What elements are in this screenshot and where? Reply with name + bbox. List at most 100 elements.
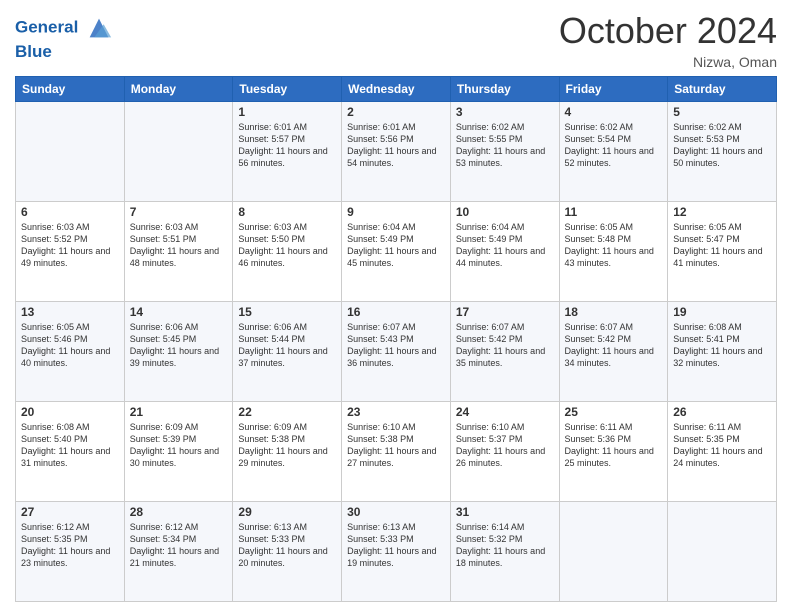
calendar-cell: 6Sunrise: 6:03 AMSunset: 5:52 PMDaylight…: [16, 202, 125, 302]
calendar-cell: 25 Sunrise: 6:11 AMSunset: 5:36 PMDayligh…: [559, 402, 668, 502]
logo-text: General: [15, 14, 113, 42]
calendar-cell: 8Sunrise: 6:03 AMSunset: 5:50 PMDaylight…: [233, 202, 342, 302]
calendar-cell: 20Sunrise: 6:08 AMSunset: 5:40 PMDayligh…: [16, 402, 125, 502]
calendar-cell: [668, 502, 777, 602]
day-number: 4: [565, 105, 663, 119]
weekday-thursday: Thursday: [450, 77, 559, 102]
day-number: 1: [238, 105, 336, 119]
calendar-cell: 13 Sunrise: 6:05 AMSunset: 5:46 PMDayligh…: [16, 302, 125, 402]
calendar-cell: [559, 502, 668, 602]
day-number: 27: [21, 505, 119, 519]
day-number: 11: [565, 205, 663, 219]
calendar-cell: [124, 102, 233, 202]
day-info: Sunrise: 6:12 AMSunset: 5:35 PMDaylight:…: [21, 521, 119, 570]
week-row-5: 27 Sunrise: 6:12 AMSunset: 5:35 PMDayligh…: [16, 502, 777, 602]
calendar-cell: 5 Sunrise: 6:02 AMSunset: 5:53 PMDaylight…: [668, 102, 777, 202]
calendar-cell: [16, 102, 125, 202]
day-info: Sunrise: 6:09 AMSunset: 5:38 PMDaylight:…: [238, 421, 336, 470]
day-info: Sunrise: 6:02 AMSunset: 5:54 PMDaylight:…: [565, 121, 663, 170]
calendar-cell: 9 Sunrise: 6:04 AMSunset: 5:49 PMDaylight…: [342, 202, 451, 302]
calendar-cell: 2 Sunrise: 6:01 AMSunset: 5:56 PMDaylight…: [342, 102, 451, 202]
day-info: Sunrise: 6:06 AMSunset: 5:44 PMDaylight:…: [238, 321, 336, 370]
day-info: Sunrise: 6:06 AMSunset: 5:45 PMDaylight:…: [130, 321, 228, 370]
week-row-2: 6Sunrise: 6:03 AMSunset: 5:52 PMDaylight…: [16, 202, 777, 302]
day-number: 26: [673, 405, 771, 419]
calendar-cell: 24 Sunrise: 6:10 AMSunset: 5:37 PMDayligh…: [450, 402, 559, 502]
day-info: Sunrise: 6:09 AMSunset: 5:39 PMDaylight:…: [130, 421, 228, 470]
calendar-cell: 31Sunrise: 6:14 AMSunset: 5:32 PMDayligh…: [450, 502, 559, 602]
weekday-wednesday: Wednesday: [342, 77, 451, 102]
day-info: Sunrise: 6:04 AMSunset: 5:49 PMDaylight:…: [347, 221, 445, 270]
logo: General Blue: [15, 14, 113, 62]
day-number: 21: [130, 405, 228, 419]
logo-line2: Blue: [15, 42, 113, 62]
day-number: 10: [456, 205, 554, 219]
location: Nizwa, Oman: [559, 54, 777, 70]
header: General Blue October 2024 Nizwa, Oman: [15, 10, 777, 70]
calendar-cell: 29 Sunrise: 6:13 AMSunset: 5:33 PMDayligh…: [233, 502, 342, 602]
day-info: Sunrise: 6:11 AMSunset: 5:35 PMDaylight:…: [673, 421, 771, 470]
day-number: 5: [673, 105, 771, 119]
title-block: October 2024 Nizwa, Oman: [559, 10, 777, 70]
day-info: Sunrise: 6:13 AMSunset: 5:33 PMDaylight:…: [238, 521, 336, 570]
weekday-header-row: SundayMondayTuesdayWednesdayThursdayFrid…: [16, 77, 777, 102]
month-title: October 2024: [559, 10, 777, 52]
day-info: Sunrise: 6:10 AMSunset: 5:37 PMDaylight:…: [456, 421, 554, 470]
weekday-tuesday: Tuesday: [233, 77, 342, 102]
day-number: 13: [21, 305, 119, 319]
day-number: 17: [456, 305, 554, 319]
day-info: Sunrise: 6:12 AMSunset: 5:34 PMDaylight:…: [130, 521, 228, 570]
day-number: 19: [673, 305, 771, 319]
calendar-cell: 30 Sunrise: 6:13 AMSunset: 5:33 PMDayligh…: [342, 502, 451, 602]
calendar-cell: 1Sunrise: 6:01 AMSunset: 5:57 PMDaylight…: [233, 102, 342, 202]
day-number: 28: [130, 505, 228, 519]
weekday-saturday: Saturday: [668, 77, 777, 102]
day-number: 3: [456, 105, 554, 119]
calendar-cell: 4 Sunrise: 6:02 AMSunset: 5:54 PMDaylight…: [559, 102, 668, 202]
day-info: Sunrise: 6:05 AMSunset: 5:46 PMDaylight:…: [21, 321, 119, 370]
day-info: Sunrise: 6:02 AMSunset: 5:53 PMDaylight:…: [673, 121, 771, 170]
weekday-monday: Monday: [124, 77, 233, 102]
day-info: Sunrise: 6:07 AMSunset: 5:43 PMDaylight:…: [347, 321, 445, 370]
calendar-cell: 14Sunrise: 6:06 AMSunset: 5:45 PMDayligh…: [124, 302, 233, 402]
day-info: Sunrise: 6:03 AMSunset: 5:50 PMDaylight:…: [238, 221, 336, 270]
calendar-cell: 27 Sunrise: 6:12 AMSunset: 5:35 PMDayligh…: [16, 502, 125, 602]
day-number: 22: [238, 405, 336, 419]
weekday-sunday: Sunday: [16, 77, 125, 102]
calendar-cell: 17 Sunrise: 6:07 AMSunset: 5:42 PMDayligh…: [450, 302, 559, 402]
day-number: 16: [347, 305, 445, 319]
day-info: Sunrise: 6:07 AMSunset: 5:42 PMDaylight:…: [456, 321, 554, 370]
day-info: Sunrise: 6:13 AMSunset: 5:33 PMDaylight:…: [347, 521, 445, 570]
day-number: 15: [238, 305, 336, 319]
day-number: 30: [347, 505, 445, 519]
day-number: 2: [347, 105, 445, 119]
day-info: Sunrise: 6:05 AMSunset: 5:47 PMDaylight:…: [673, 221, 771, 270]
day-info: Sunrise: 6:08 AMSunset: 5:41 PMDaylight:…: [673, 321, 771, 370]
calendar-cell: 12 Sunrise: 6:05 AMSunset: 5:47 PMDayligh…: [668, 202, 777, 302]
calendar-cell: 22 Sunrise: 6:09 AMSunset: 5:38 PMDayligh…: [233, 402, 342, 502]
page: General Blue October 2024 Nizwa, Oman Su…: [0, 0, 792, 612]
day-number: 31: [456, 505, 554, 519]
day-number: 25: [565, 405, 663, 419]
day-info: Sunrise: 6:10 AMSunset: 5:38 PMDaylight:…: [347, 421, 445, 470]
calendar-cell: 18Sunrise: 6:07 AMSunset: 5:42 PMDayligh…: [559, 302, 668, 402]
day-info: Sunrise: 6:02 AMSunset: 5:55 PMDaylight:…: [456, 121, 554, 170]
day-number: 29: [238, 505, 336, 519]
day-info: Sunrise: 6:01 AMSunset: 5:56 PMDaylight:…: [347, 121, 445, 170]
week-row-4: 20Sunrise: 6:08 AMSunset: 5:40 PMDayligh…: [16, 402, 777, 502]
day-number: 20: [21, 405, 119, 419]
weekday-friday: Friday: [559, 77, 668, 102]
day-info: Sunrise: 6:04 AMSunset: 5:49 PMDaylight:…: [456, 221, 554, 270]
calendar-cell: 23Sunrise: 6:10 AMSunset: 5:38 PMDayligh…: [342, 402, 451, 502]
day-number: 6: [21, 205, 119, 219]
week-row-3: 13 Sunrise: 6:05 AMSunset: 5:46 PMDayligh…: [16, 302, 777, 402]
calendar-table: SundayMondayTuesdayWednesdayThursdayFrid…: [15, 76, 777, 602]
day-info: Sunrise: 6:03 AMSunset: 5:51 PMDaylight:…: [130, 221, 228, 270]
day-info: Sunrise: 6:05 AMSunset: 5:48 PMDaylight:…: [565, 221, 663, 270]
calendar-cell: 3 Sunrise: 6:02 AMSunset: 5:55 PMDaylight…: [450, 102, 559, 202]
week-row-1: 1Sunrise: 6:01 AMSunset: 5:57 PMDaylight…: [16, 102, 777, 202]
day-info: Sunrise: 6:11 AMSunset: 5:36 PMDaylight:…: [565, 421, 663, 470]
day-number: 24: [456, 405, 554, 419]
day-number: 9: [347, 205, 445, 219]
day-number: 12: [673, 205, 771, 219]
